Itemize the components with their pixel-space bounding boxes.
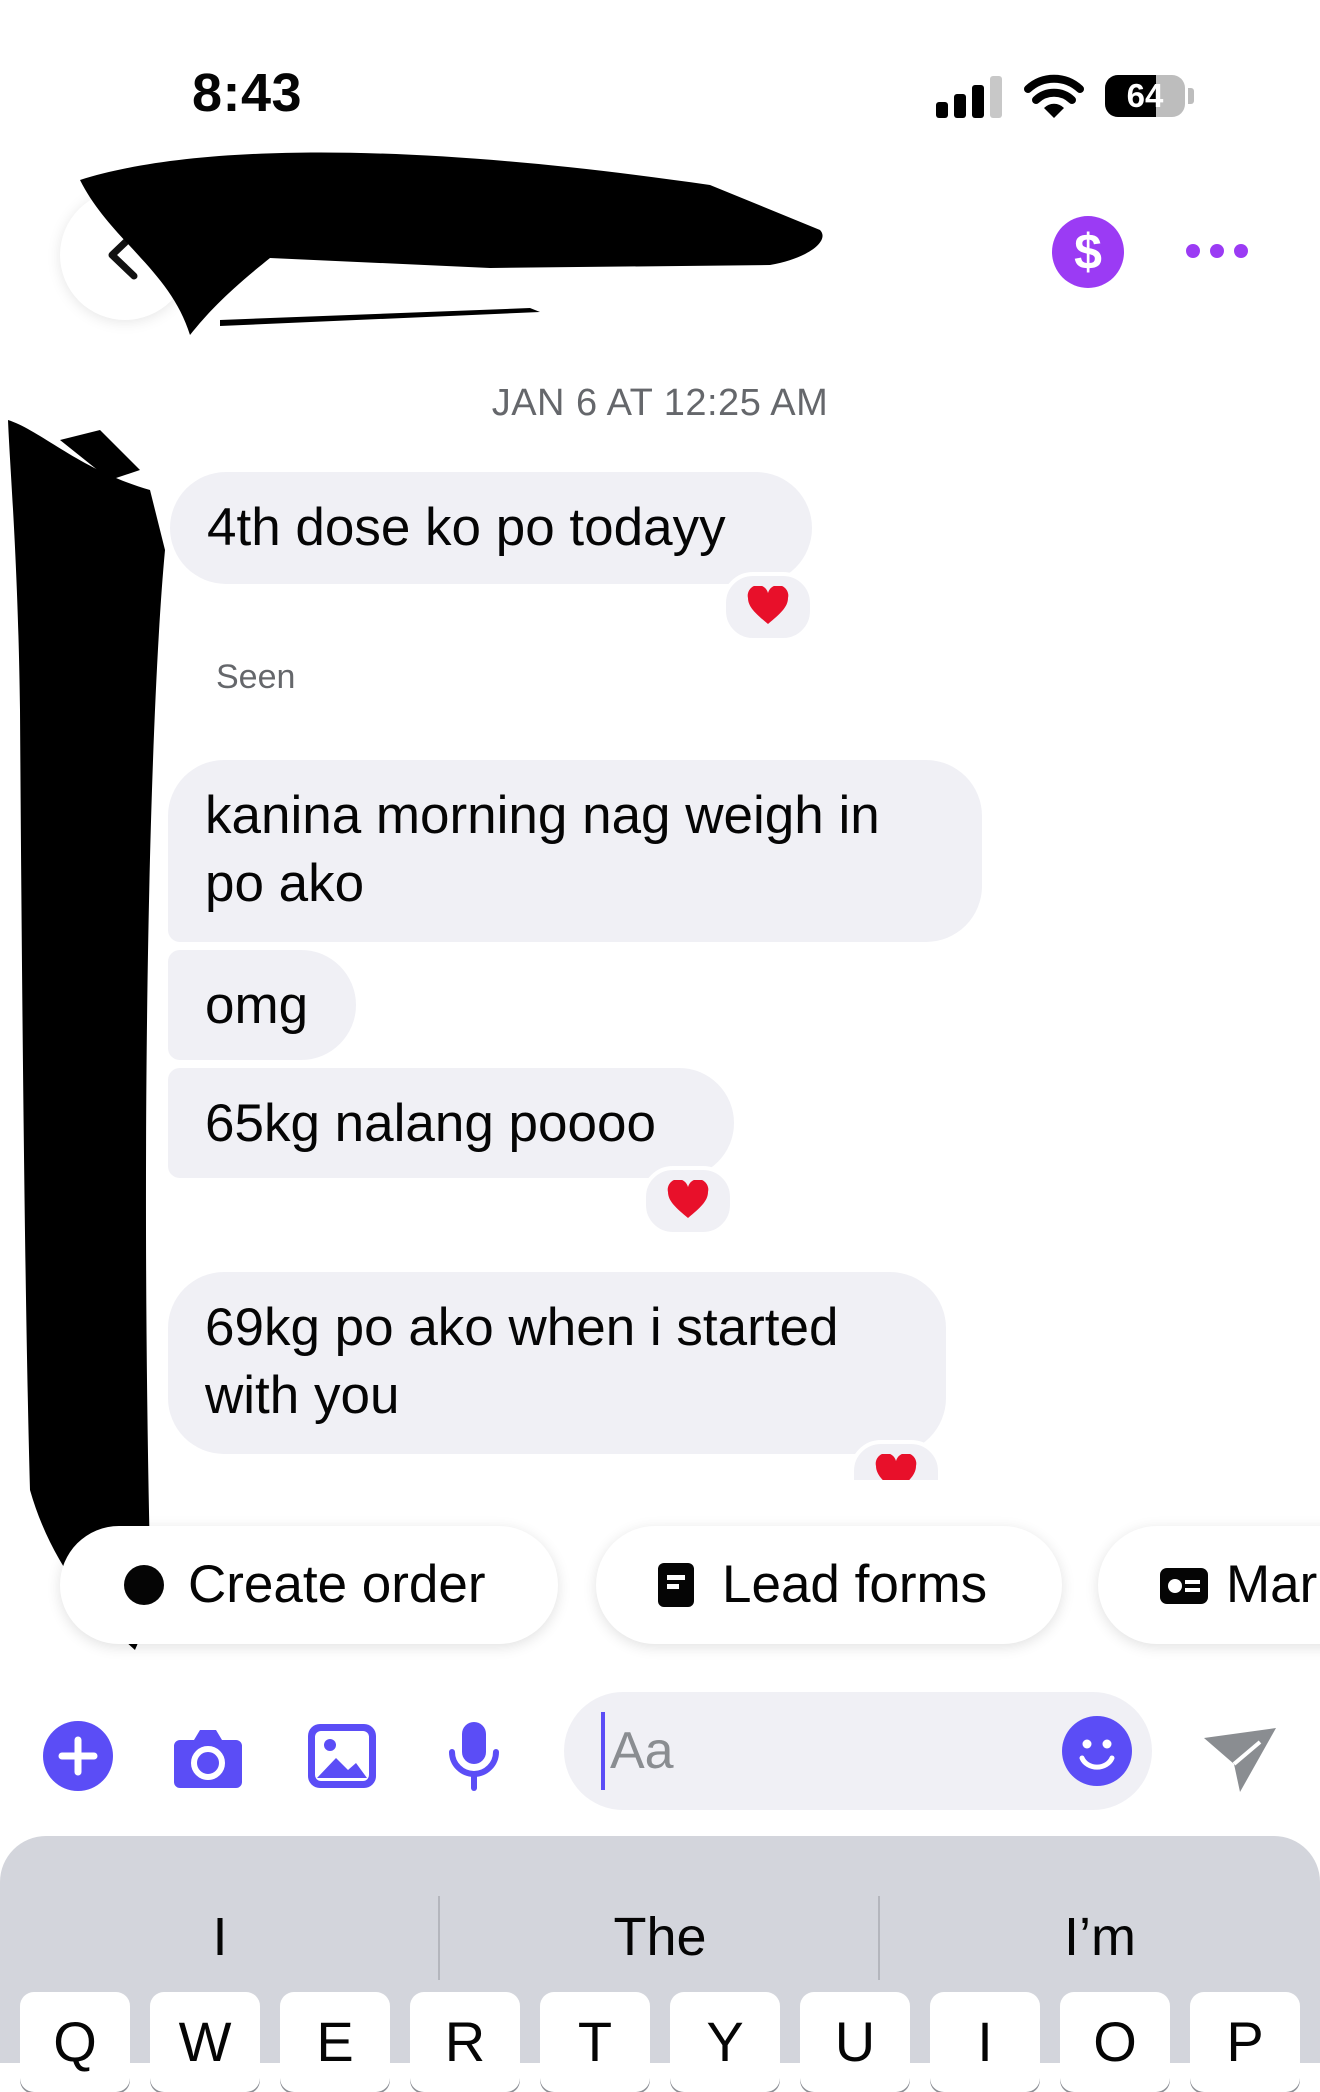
card-icon	[1160, 1568, 1208, 1604]
gallery-icon[interactable]	[306, 1720, 378, 1792]
heart-icon	[667, 1179, 709, 1218]
message-input-placeholder: Aa	[610, 1722, 674, 1780]
suggestion-1[interactable]: I	[70, 1906, 370, 1968]
emoji-button[interactable]	[1062, 1716, 1132, 1786]
heart-reaction[interactable]	[642, 1166, 734, 1236]
dollar-icon: $	[1074, 224, 1102, 280]
camera-icon[interactable]	[172, 1720, 244, 1792]
payment-button[interactable]: $	[1052, 216, 1124, 288]
key-q[interactable]: Q	[20, 1992, 130, 2092]
message-bubble[interactable]: kanina morning nag weigh in po ako	[168, 760, 982, 942]
key-i[interactable]: I	[930, 1992, 1040, 2092]
microphone-icon[interactable]	[438, 1720, 510, 1792]
key-w[interactable]: W	[150, 1992, 260, 2092]
heart-reaction-clipped[interactable]	[850, 1440, 950, 1480]
redacted-contact-name	[80, 152, 823, 335]
heart-icon	[747, 585, 789, 624]
send-icon[interactable]	[1200, 1720, 1280, 1800]
suggestion-divider	[878, 1896, 880, 1980]
seen-indicator: Seen	[216, 658, 296, 696]
battery-level: 64	[1126, 77, 1164, 114]
message-bubble[interactable]: 69kg po ako when i started with you	[168, 1272, 946, 1454]
plus-icon[interactable]	[42, 1720, 114, 1792]
chip-label: Create order	[188, 1555, 486, 1614]
heart-icon	[875, 1453, 917, 1480]
key-t[interactable]: T	[540, 1992, 650, 2092]
lead-forms-chip[interactable]: Lead forms	[596, 1526, 1062, 1644]
battery-icon: 64	[1105, 75, 1194, 117]
status-time: 8:43	[192, 63, 303, 123]
conversation-date: JAN 6 AT 12:25 AM	[491, 382, 829, 424]
more-options-button[interactable]	[1186, 240, 1256, 264]
form-icon	[658, 1563, 694, 1607]
key-r[interactable]: R	[410, 1992, 520, 2092]
chip-label: Lead forms	[722, 1555, 988, 1614]
message-bubble[interactable]: omg	[168, 950, 356, 1060]
key-p[interactable]: P	[1190, 1992, 1300, 2092]
suggestion-divider	[438, 1896, 440, 1980]
dollar-circle-icon	[124, 1565, 164, 1605]
key-y[interactable]: Y	[670, 1992, 780, 2092]
heart-reaction[interactable]	[722, 572, 814, 642]
key-o[interactable]: O	[1060, 1992, 1170, 2092]
chip-label: Mar	[1226, 1555, 1318, 1614]
message-input[interactable]: Aa	[564, 1692, 1152, 1810]
key-e[interactable]: E	[280, 1992, 390, 2092]
wifi-icon	[1024, 74, 1084, 118]
message-bubble[interactable]: 4th dose ko po todayy	[170, 472, 812, 584]
suggestion-3[interactable]: I’m	[950, 1906, 1250, 1968]
cellular-signal-icon	[936, 74, 1004, 118]
redacted-avatar-area	[8, 420, 165, 1650]
more-quick-action-chip[interactable]: Mar	[1098, 1526, 1320, 1644]
text-caret	[601, 1712, 605, 1790]
emoji-icon	[1079, 1739, 1115, 1770]
message-bubble[interactable]: 65kg nalang poooo	[168, 1068, 734, 1178]
key-u[interactable]: U	[800, 1992, 910, 2092]
create-order-chip[interactable]: Create order	[60, 1526, 558, 1644]
keyboard: I The I’m Q W E R T Y U I O P	[0, 1836, 1320, 2092]
suggestion-2[interactable]: The	[510, 1906, 810, 1968]
